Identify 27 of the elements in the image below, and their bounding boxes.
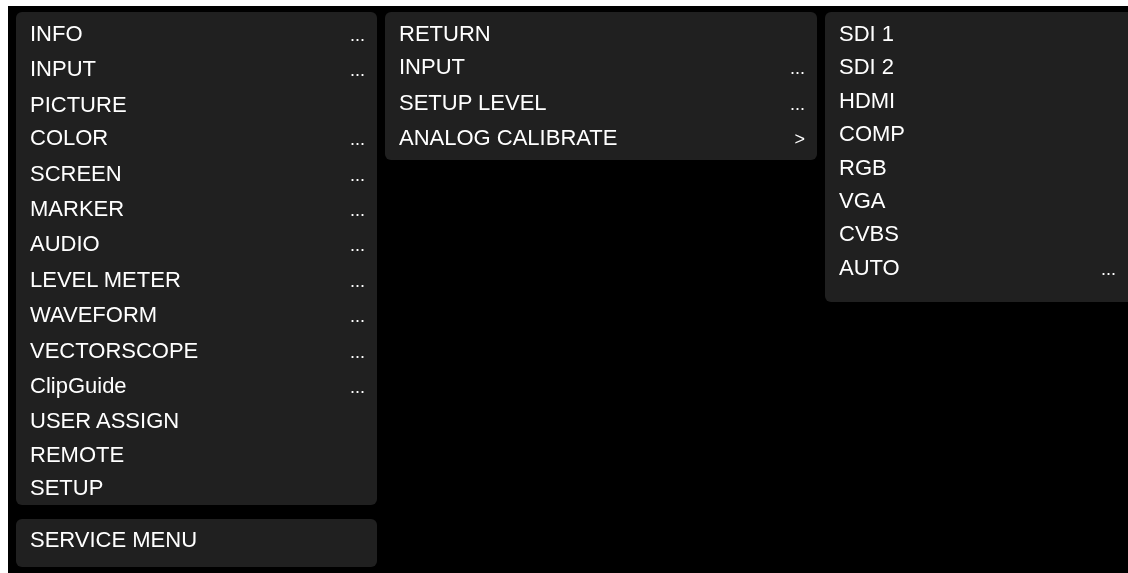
menu-item[interactable]: PICTURE (30, 87, 365, 122)
menu-item[interactable]: SDI 1 (839, 17, 1116, 51)
menu-item[interactable]: SCREEN ... (30, 156, 365, 193)
menu-item[interactable]: COMP (839, 117, 1116, 151)
menu-item[interactable]: SERVICE MENU (30, 523, 365, 557)
menu-item[interactable]: SETUP LEVEL ... (399, 85, 805, 122)
menu-item[interactable]: ANALOG CALIBRATE > (399, 121, 805, 157)
menu-item[interactable]: HDMI (839, 83, 1116, 118)
menu-item[interactable]: INPUT ... (399, 50, 805, 86)
menu-item[interactable]: SDI 2 (839, 50, 1116, 84)
menu-item[interactable]: LEVEL METER ... (30, 262, 365, 299)
menu-item[interactable]: INFO ... (30, 17, 365, 53)
menu-item[interactable]: MARKER ... (30, 192, 365, 228)
menu-item[interactable]: VGA (839, 184, 1116, 218)
menu-item[interactable]: USER ASSIGN (30, 404, 365, 438)
menu-item[interactable]: AUDIO ... (30, 227, 365, 263)
menu-item[interactable]: ClipGuide ... (30, 369, 365, 405)
menu-item[interactable]: AUTO ... (839, 250, 1116, 287)
menu-item[interactable]: RETURN (399, 17, 805, 51)
menu-item[interactable]: SETUP (30, 471, 365, 505)
menu-item[interactable]: CVBS (839, 217, 1116, 251)
menu-item[interactable]: WAVEFORM ... (30, 298, 365, 334)
menu-item[interactable]: INPUT ... (30, 52, 365, 88)
menu-item[interactable]: REMOTE (30, 437, 365, 472)
menu-item[interactable]: RGB (839, 150, 1116, 185)
menu-item[interactable]: COLOR ... (30, 121, 365, 157)
menu-item[interactable]: VECTORSCOPE ... (30, 333, 365, 370)
